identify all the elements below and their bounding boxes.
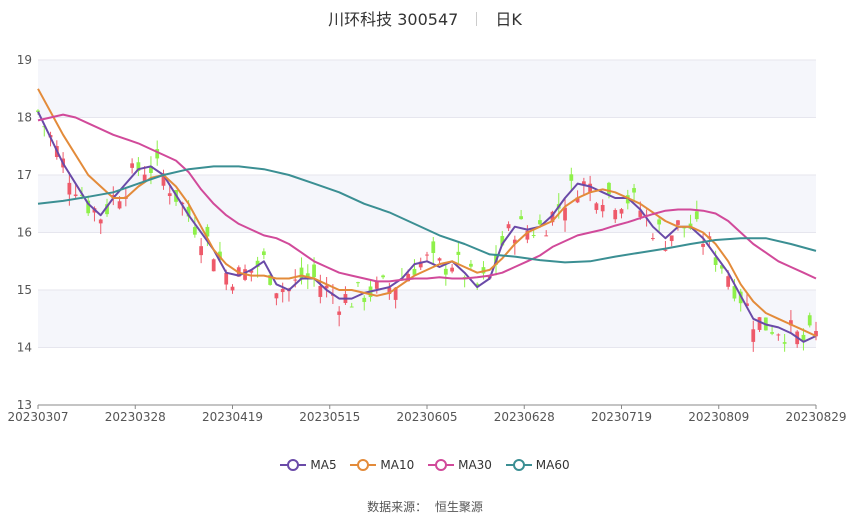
candle-body bbox=[98, 219, 103, 224]
candle-body bbox=[73, 194, 78, 196]
candle-body bbox=[117, 201, 122, 209]
x-tick-label: 20230328 bbox=[105, 410, 166, 424]
legend-item-ma60[interactable]: MA60 bbox=[505, 458, 570, 472]
candle-body bbox=[701, 243, 705, 247]
candle-body bbox=[726, 276, 731, 287]
candle-body bbox=[224, 272, 229, 285]
legend-label-ma60: MA60 bbox=[535, 458, 570, 472]
x-tick-label: 20230628 bbox=[494, 410, 555, 424]
legend-item-ma10[interactable]: MA10 bbox=[350, 458, 414, 472]
candle-body bbox=[381, 275, 385, 278]
candle-body bbox=[657, 219, 662, 225]
candle-body bbox=[619, 209, 624, 214]
x-tick-label: 20230419 bbox=[202, 410, 263, 424]
candle-body bbox=[443, 268, 448, 275]
y-tick-label: 15 bbox=[17, 283, 32, 297]
candle-body bbox=[318, 285, 323, 297]
candle-body bbox=[751, 329, 756, 342]
candle-body bbox=[280, 288, 285, 293]
candle-body bbox=[349, 306, 354, 308]
candle-body bbox=[192, 227, 197, 235]
ma10-legend-icon bbox=[350, 459, 377, 471]
grid-band bbox=[38, 175, 816, 233]
x-tick-label: 20230515 bbox=[299, 410, 360, 424]
y-tick-label: 19 bbox=[17, 53, 32, 67]
legend: MA5 MA10 MA30 MA60 bbox=[0, 458, 850, 475]
candle-body bbox=[431, 241, 436, 254]
candle-body bbox=[425, 254, 429, 256]
candle-body bbox=[607, 182, 611, 195]
y-tick-label: 16 bbox=[17, 226, 32, 240]
candle-body bbox=[199, 246, 204, 256]
data-source: 数据来源： 恒生聚源 bbox=[0, 498, 850, 515]
candle-body bbox=[663, 249, 668, 251]
x-tick-label: 20230719 bbox=[591, 410, 652, 424]
candle-body bbox=[594, 203, 599, 210]
candle-body bbox=[506, 224, 511, 229]
candle-body bbox=[770, 332, 774, 334]
candle-body bbox=[538, 220, 542, 225]
candle-body bbox=[544, 235, 549, 237]
candle-body bbox=[519, 216, 523, 220]
candle-body bbox=[613, 210, 618, 220]
candle-body bbox=[130, 163, 134, 168]
candle-body bbox=[437, 258, 442, 261]
source-provider: 恒生聚源 bbox=[434, 500, 483, 514]
candle-body bbox=[757, 317, 762, 330]
candle-body bbox=[274, 293, 279, 299]
candle-body bbox=[362, 297, 367, 302]
candle-body bbox=[776, 334, 781, 336]
legend-label-ma5: MA5 bbox=[310, 458, 337, 472]
candle-body bbox=[782, 342, 787, 344]
candle-body bbox=[632, 188, 636, 193]
candle-body bbox=[230, 286, 235, 291]
candle-body bbox=[807, 315, 812, 326]
x-tick-label: 20230605 bbox=[396, 410, 457, 424]
kline-chart: 1314151617181920230307 20230328 20230419 20… bbox=[7, 53, 846, 424]
grid-band bbox=[38, 290, 816, 348]
legend-label-ma10: MA10 bbox=[380, 458, 415, 472]
candle-body bbox=[676, 220, 680, 225]
candle-body bbox=[211, 259, 216, 272]
legend-label-ma30: MA30 bbox=[458, 458, 492, 472]
ma60-legend-icon bbox=[505, 459, 532, 471]
candle-body bbox=[531, 235, 536, 237]
candle-body bbox=[167, 193, 172, 197]
candle-body bbox=[456, 251, 461, 255]
x-tick-label: 20230307 bbox=[7, 410, 68, 424]
candle-body bbox=[67, 182, 72, 195]
source-label: 数据来源： bbox=[367, 500, 428, 514]
y-tick-label: 18 bbox=[17, 111, 32, 125]
x-tick-label: 20230829 bbox=[785, 410, 846, 424]
candle-body bbox=[337, 311, 342, 315]
candle-body bbox=[669, 235, 674, 242]
candle-body bbox=[694, 211, 699, 220]
ma30-legend-icon bbox=[428, 459, 455, 471]
candle-body bbox=[293, 279, 298, 281]
candle-body bbox=[312, 264, 316, 278]
candle-body bbox=[261, 251, 266, 256]
x-tick-label: 20230809 bbox=[688, 410, 749, 424]
candle-body bbox=[356, 282, 360, 284]
candle-body bbox=[600, 204, 605, 212]
candle-body bbox=[569, 174, 574, 181]
candle-body bbox=[650, 238, 655, 240]
candle-body bbox=[450, 267, 454, 272]
candle-body bbox=[469, 263, 473, 267]
legend-item-ma30[interactable]: MA30 bbox=[428, 458, 492, 472]
y-tick-label: 17 bbox=[17, 168, 32, 182]
legend-item-ma5[interactable]: MA5 bbox=[280, 458, 337, 472]
ma5-legend-icon bbox=[280, 459, 307, 471]
y-tick-label: 14 bbox=[17, 341, 32, 355]
grid-band bbox=[38, 60, 816, 118]
